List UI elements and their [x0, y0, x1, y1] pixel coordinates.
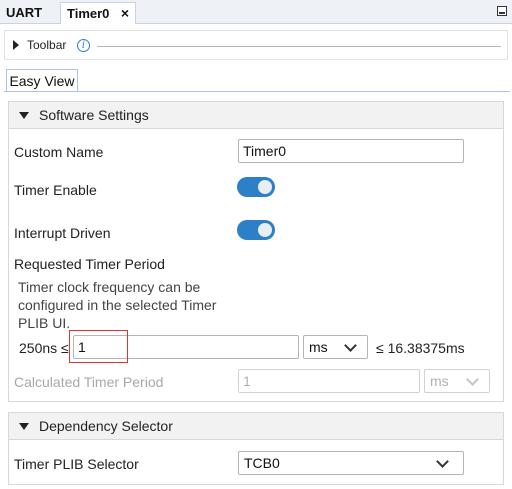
calculated-period-label: Calculated Timer Period: [14, 374, 164, 390]
tab-easy-view[interactable]: Easy View: [6, 69, 78, 92]
timer-enable-label: Timer Enable: [14, 182, 97, 198]
toggle-knob: [258, 223, 272, 237]
section-title: Software Settings: [39, 107, 149, 123]
period-unit-select[interactable]: ms: [303, 335, 368, 359]
timer-plib-value: TCB0: [244, 455, 280, 471]
collapse-triangle-icon: [19, 423, 29, 430]
toolbar-panel: Toolbar i: [4, 30, 508, 60]
chevron-down-icon: [466, 373, 479, 386]
toggle-knob: [258, 180, 272, 194]
section-title: Dependency Selector: [39, 418, 173, 434]
timer-plib-selector-label: Timer PLIB Selector: [14, 456, 139, 472]
timer-enable-toggle[interactable]: [237, 177, 275, 197]
highlight-box: [69, 330, 128, 363]
editor-tab-bar: UART Timer0 ×: [0, 0, 512, 24]
collapse-triangle-icon: [19, 112, 29, 119]
calculated-period-input: 1: [238, 369, 420, 393]
chevron-down-icon: [344, 339, 357, 352]
min-period-label: 250ns ≤: [19, 340, 69, 356]
close-icon[interactable]: ×: [121, 3, 129, 24]
calculated-unit-value: ms: [430, 373, 449, 389]
calculated-unit-select: ms: [424, 369, 490, 393]
tab-uart[interactable]: UART: [0, 2, 48, 24]
toolbar-label[interactable]: Toolbar: [27, 38, 66, 52]
tab-timer0-label: Timer0: [67, 6, 110, 21]
toolbar-divider: [97, 46, 501, 47]
software-settings-header[interactable]: Software Settings: [8, 101, 504, 129]
tab-timer0[interactable]: Timer0 ×: [60, 2, 136, 24]
timer-plib-select[interactable]: TCB0: [238, 451, 464, 475]
info-icon[interactable]: i: [77, 39, 90, 52]
expand-triangle-icon[interactable]: [13, 40, 19, 50]
interrupt-driven-toggle[interactable]: [237, 220, 275, 240]
requested-timer-period-label: Requested Timer Period: [14, 256, 165, 272]
custom-name-label: Custom Name: [14, 144, 104, 160]
period-unit-value: ms: [309, 339, 328, 355]
minimize-icon[interactable]: [497, 6, 507, 16]
custom-name-input[interactable]: Timer0: [238, 139, 464, 163]
max-period-label: ≤ 16.38375ms: [376, 340, 465, 356]
dependency-selector-header[interactable]: Dependency Selector: [8, 412, 504, 440]
chevron-down-icon: [436, 455, 449, 468]
timer-clock-note: Timer clock frequency can be configured …: [18, 279, 217, 331]
interrupt-driven-label: Interrupt Driven: [14, 225, 111, 241]
